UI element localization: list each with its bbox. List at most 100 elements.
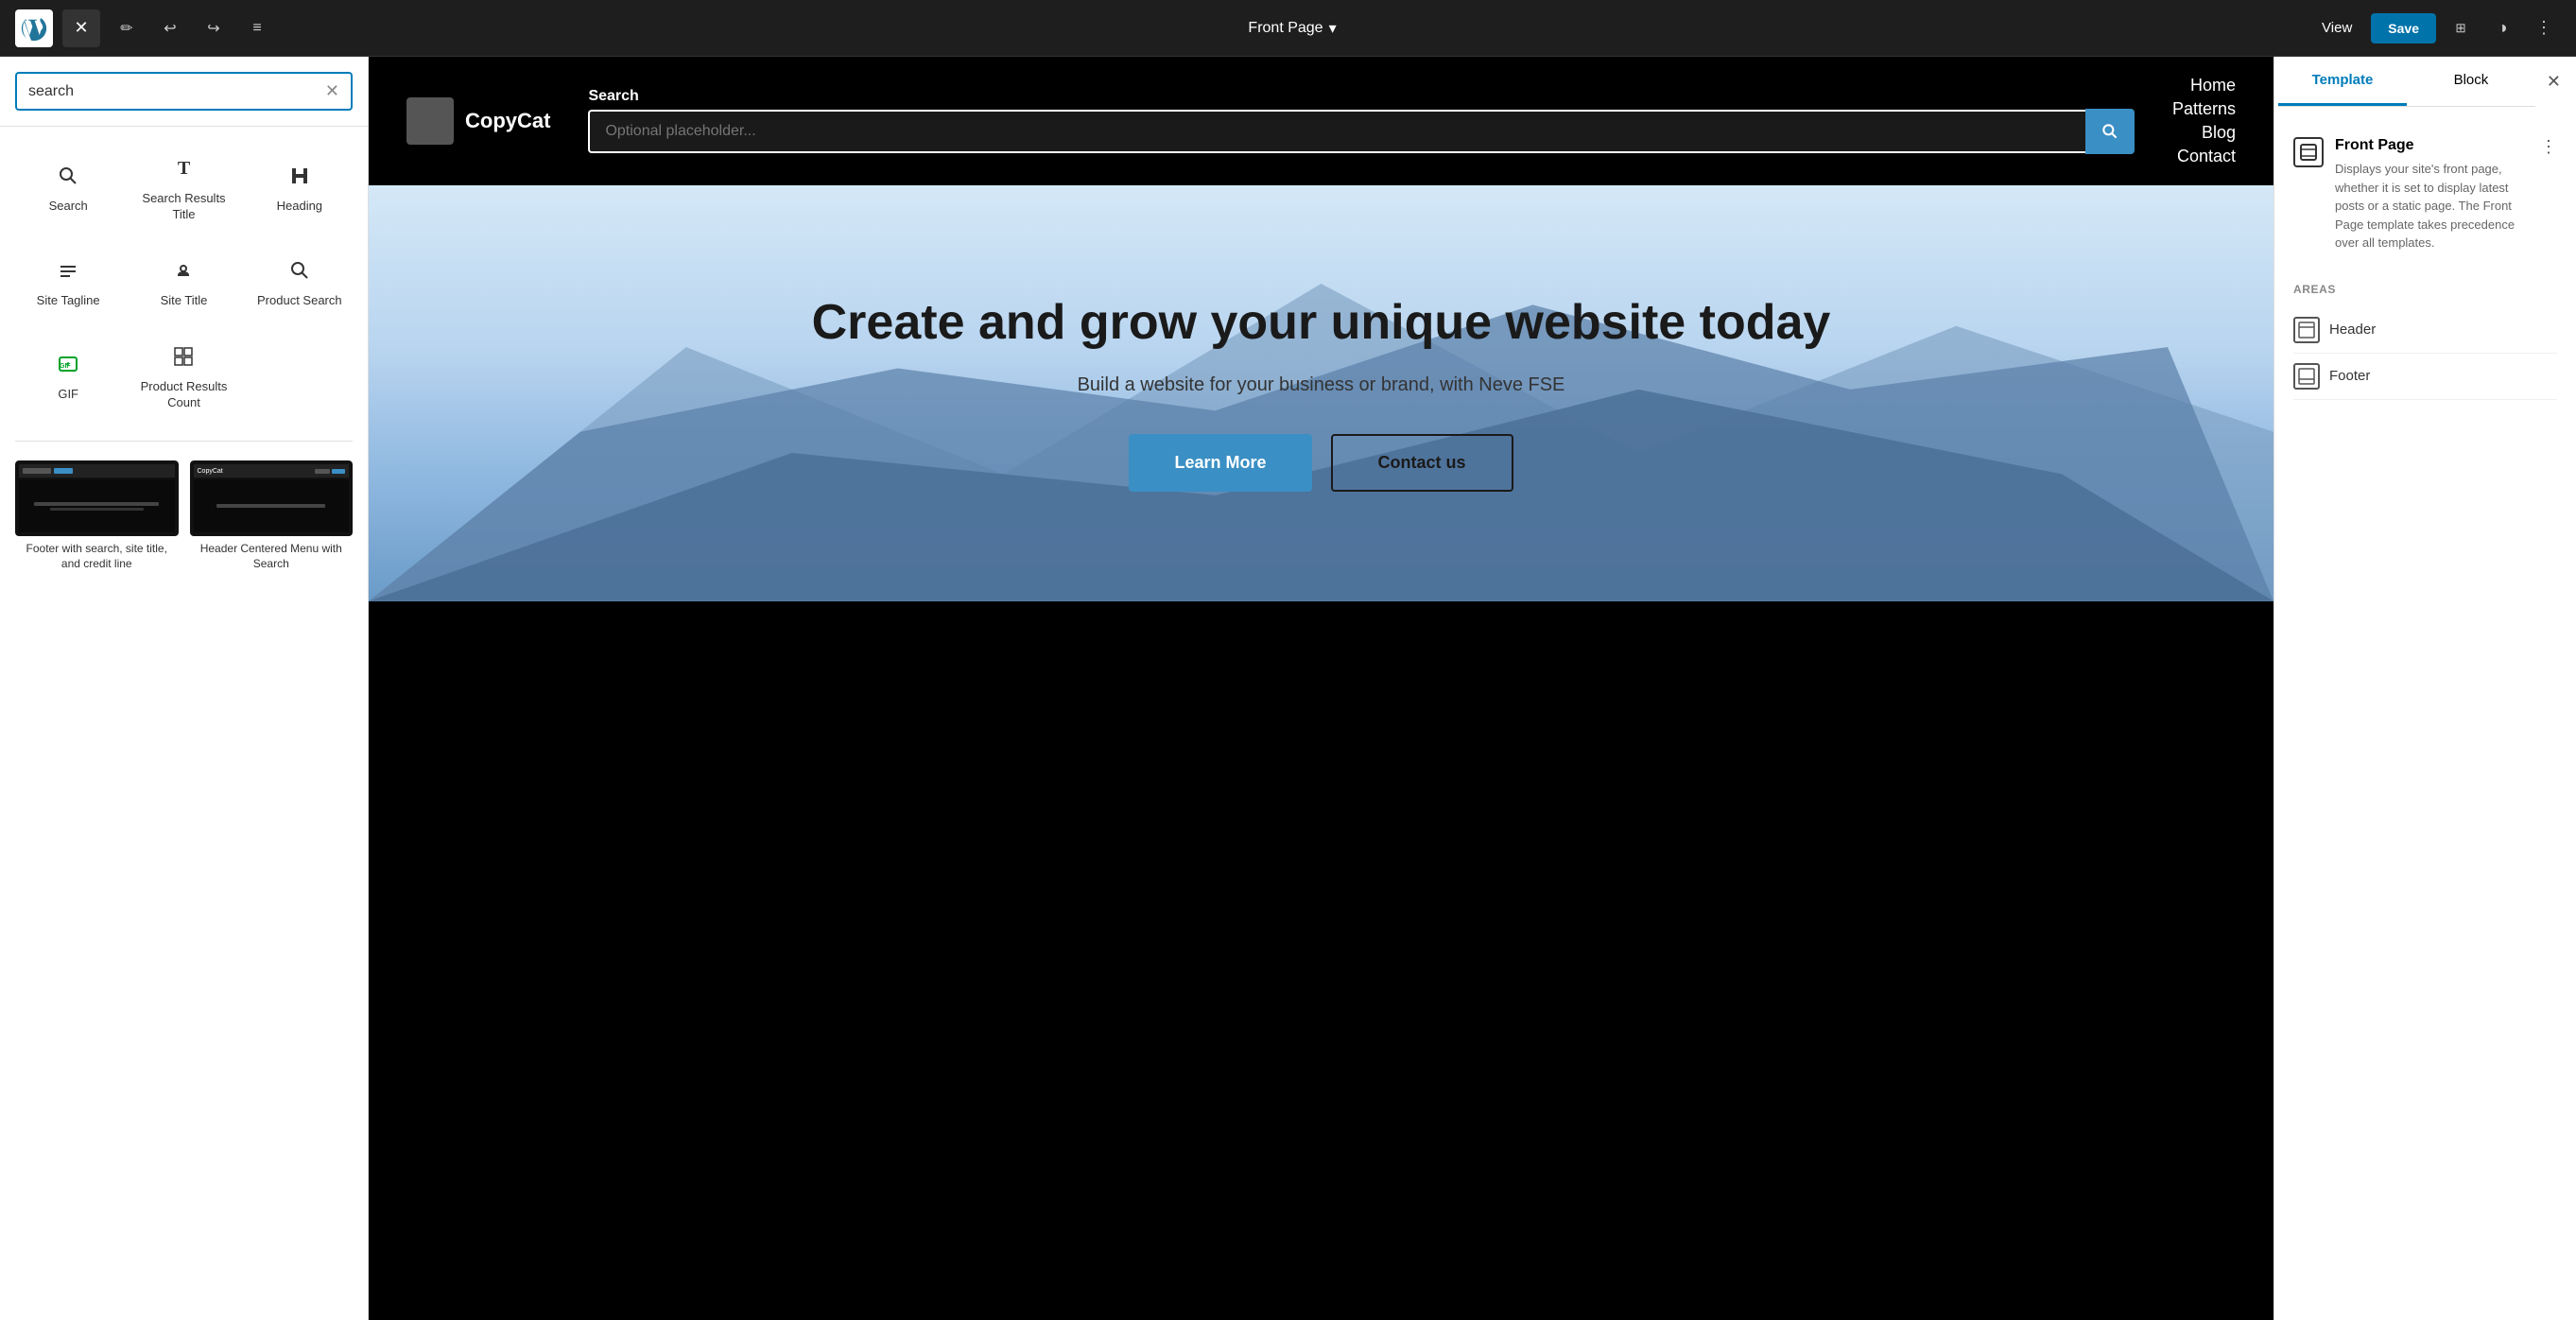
left-panel: ✕ Search T Search Results Title Head [0,57,369,1320]
pattern-card-header-centered[interactable]: CopyCat Header Centered Menu with Search [190,460,354,571]
block-item-product-search[interactable]: Product Search [243,240,356,324]
area-item-footer[interactable]: Footer [2293,354,2557,400]
layout-toggle-button[interactable]: ⊞ [2444,11,2478,45]
nav-item-home[interactable]: Home [2190,76,2236,96]
nav-item-patterns[interactable]: Patterns [2172,99,2236,119]
area-item-header-label: Header [2329,321,2376,338]
block-label-product-search: Product Search [257,293,342,309]
save-button[interactable]: Save [2371,13,2436,43]
header-search-submit[interactable] [2085,109,2135,154]
toolbar: ✕ ✏ ↩ ↪ ≡ Front Page ▾ View Save ⊞ ◑ ⋮ [0,0,2576,57]
right-panel: Template Block ✕ Front Page Displays you… [2273,57,2576,1320]
nav-item-blog[interactable]: Blog [2202,123,2236,143]
search-submit-icon [2101,122,2119,141]
hero-title: Create and grow your unique website toda… [812,295,1831,352]
search-input-wrap: ✕ [15,72,353,111]
pattern-label-footer-search: Footer with search, site title, and cred… [15,542,179,571]
footer-area-icon [2293,363,2320,390]
search-results-title-icon: T [168,153,199,183]
learn-more-button[interactable]: Learn More [1129,434,1311,492]
right-panel-tabs: Template Block [2278,57,2535,107]
areas-label: AREAS [2293,283,2557,296]
tab-block[interactable]: Block [2407,57,2535,106]
hero-subtitle: Build a website for your business or bra… [1078,374,1565,396]
block-item-product-results-count[interactable]: Product Results Count [127,326,240,426]
redo-icon: ↪ [207,19,219,38]
template-more-button[interactable]: ⋮ [2540,137,2557,157]
tab-template[interactable]: Template [2278,57,2407,106]
toolbar-right: View Save ⊞ ◑ ⋮ [2310,11,2561,45]
header-area-icon [2293,317,2320,343]
pencil-button[interactable]: ✏ [110,11,144,45]
header-search-input[interactable] [588,110,2085,153]
undo-button[interactable]: ↩ [153,11,187,45]
canvas-area: CopyCat Search Home Patterns Blog Cont [369,57,2273,1320]
site-title-icon [168,255,199,286]
list-icon: ≡ [252,20,261,37]
site-header: CopyCat Search Home Patterns Blog Cont [369,57,2273,185]
pattern-thumb-header-centered: CopyCat [190,460,354,536]
contrast-icon: ◑ [2498,18,2508,38]
header-search-block: Search [588,88,2135,154]
page-title-button[interactable]: Front Page ▾ [1248,19,1336,38]
hero-buttons: Learn More Contact us [1129,434,1513,492]
view-button[interactable]: View [2310,14,2363,42]
pattern-label-header-centered: Header Centered Menu with Search [190,542,354,571]
pattern-card-footer-search[interactable]: Footer with search, site title, and cred… [15,460,179,571]
close-icon: ✕ [74,18,88,38]
block-label-gif: GIF [58,387,78,403]
block-label-product-results-count: Product Results Count [134,379,233,411]
search-input[interactable] [28,83,318,100]
block-item-search-results-title[interactable]: T Search Results Title [127,138,240,238]
template-info: Front Page Displays your site's front pa… [2335,137,2529,252]
block-label-heading: Heading [277,199,322,215]
right-panel-close-button[interactable]: ✕ [2535,61,2572,103]
template-name: Front Page [2335,137,2529,154]
hero-section: Create and grow your unique website toda… [369,185,2273,601]
chevron-down-icon: ▾ [1329,19,1337,38]
close-button[interactable]: ✕ [62,9,100,47]
nav-item-contact[interactable]: Contact [2177,147,2236,166]
header-search-input-wrap [588,109,2135,154]
search-clear-button[interactable]: ✕ [325,81,339,101]
block-item-heading[interactable]: Heading [243,138,356,238]
site-logo-area: CopyCat [406,97,550,145]
contrast-button[interactable]: ◑ [2485,11,2519,45]
product-search-icon [285,255,315,286]
area-item-header[interactable]: Header [2293,307,2557,354]
block-item-site-tagline[interactable]: Site Tagline [11,240,125,324]
header-search-label: Search [588,88,2135,105]
block-item-search[interactable]: Search [11,138,125,238]
template-icon [2293,137,2324,167]
right-panel-header: Template Block ✕ [2274,57,2576,107]
svg-text:GIF: GIF [60,363,71,370]
block-item-gif[interactable]: GIF GIF [11,326,125,426]
block-search-bar: ✕ [0,57,368,127]
block-label-site-tagline: Site Tagline [37,293,100,309]
undo-icon: ↩ [164,19,176,38]
list-view-button[interactable]: ≡ [240,11,274,45]
redo-button[interactable]: ↪ [197,11,231,45]
toolbar-left: ✕ ✏ ↩ ↪ ≡ [15,9,274,47]
wordpress-logo[interactable] [15,9,53,47]
site-nav: Home Patterns Blog Contact [2172,76,2236,166]
template-item: Front Page Displays your site's front pa… [2293,126,2557,264]
pattern-thumb-footer-search [15,460,179,536]
block-item-site-title[interactable]: Site Title [127,240,240,324]
site-tagline-icon [53,255,83,286]
blocks-grid: Search T Search Results Title Heading Si… [0,127,368,437]
template-description: Displays your site's front page, whether… [2335,160,2529,252]
contact-us-button[interactable]: Contact us [1331,434,1513,492]
more-options-button[interactable]: ⋮ [2527,11,2561,45]
pencil-icon: ✏ [120,19,132,38]
site-logo-image [406,97,454,145]
block-label-site-title: Site Title [161,293,208,309]
search-block-icon [53,161,83,191]
layout-icon: ⊞ [2455,21,2465,36]
main-layout: ✕ Search T Search Results Title Head [0,57,2576,1320]
product-results-count-icon [168,341,199,372]
page-title-text: Front Page [1248,20,1323,37]
toolbar-center: Front Page ▾ [285,19,2299,38]
gif-icon: GIF [53,349,83,379]
area-item-footer-label: Footer [2329,368,2370,384]
